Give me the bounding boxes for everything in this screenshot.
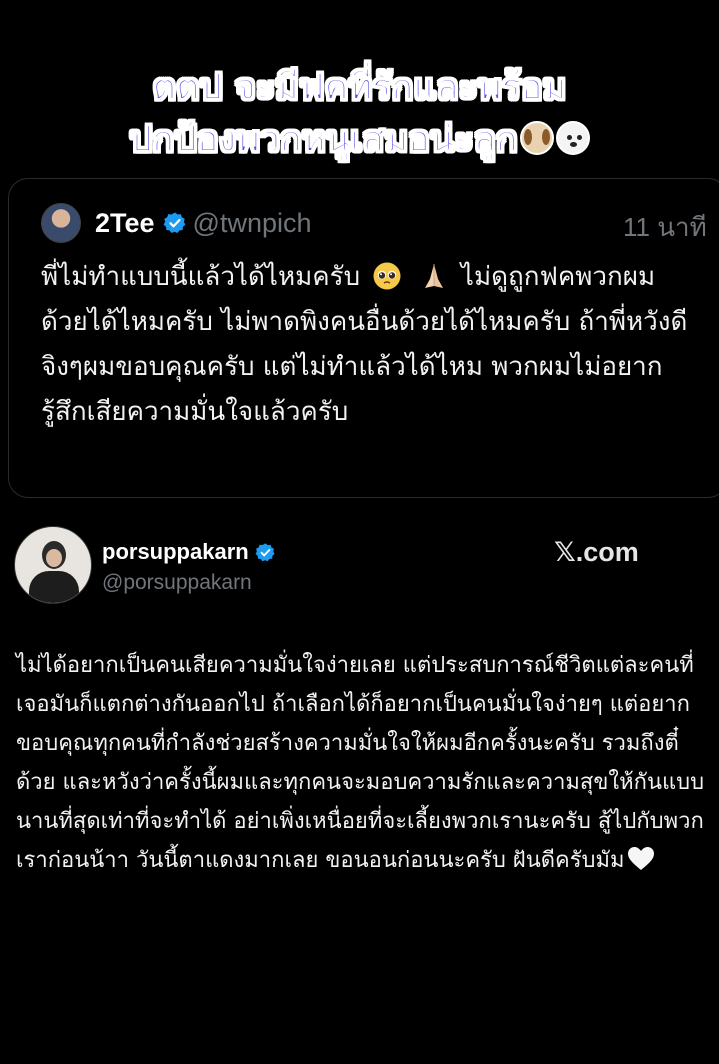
caption-line-1: ตตป จะมีฟคที่รักและพร้อม [152, 67, 567, 109]
post-text-content: ไม่ได้อยากเป็นคนเสียความมั่นใจง่ายเลย แต… [16, 653, 705, 873]
quoted-handle[interactable]: @twnpich [193, 208, 312, 239]
x-com-source: 𝕏.com [554, 537, 639, 568]
author-handle[interactable]: @porsuppakarn [102, 571, 276, 595]
folded-hands-icon [424, 264, 443, 288]
caption-line-2: ปกป้องพวกหนูเสมอน่ะลูก [129, 119, 518, 161]
panda-face-icon [555, 121, 590, 155]
author-avatar[interactable] [14, 526, 92, 604]
post-author: porsuppakarn @porsuppakarn [14, 526, 276, 604]
dog-face-icon [519, 121, 554, 155]
quoted-avatar[interactable] [41, 203, 81, 243]
author-display-name[interactable]: porsuppakarn [102, 539, 249, 565]
quoted-text-part-1: พี่ไม่ทำแบบนี้แล้วได้ไหมครับ [41, 262, 361, 292]
post-text: ไม่ได้อยากเป็นคนเสียความมั่นใจง่ายเลย แต… [16, 646, 706, 880]
source-domain: .com [575, 537, 639, 567]
overlay-caption: ตตป จะมีฟคที่รักและพร้อม ปกป้องพวกหนูเสม… [0, 62, 719, 166]
pleading-face-icon [373, 262, 401, 290]
quoted-tweet-card[interactable]: 2Tee @twnpich 11 นาที พี่ไม่ทำแบบนี้แล้ว… [8, 178, 719, 498]
verified-badge-icon [163, 212, 185, 233]
caption-line-2-wrap: ปกป้องพวกหนูเสมอน่ะลูก [0, 114, 719, 166]
author-name-row: porsuppakarn [102, 539, 276, 565]
quoted-display-name[interactable]: 2Tee [95, 208, 155, 239]
x-logo-icon: 𝕏 [554, 537, 576, 568]
quoted-tweet-text: พี่ไม่ทำแบบนี้แล้วได้ไหมครับ ไม่ดูถูกฟคพ… [41, 255, 691, 435]
quoted-timestamp: 11 นาที [623, 212, 707, 242]
verified-badge-icon [255, 542, 275, 561]
white-heart-icon [627, 847, 654, 870]
author-meta: porsuppakarn @porsuppakarn [102, 539, 276, 595]
quoted-tweet-header: 2Tee @twnpich [41, 203, 312, 243]
